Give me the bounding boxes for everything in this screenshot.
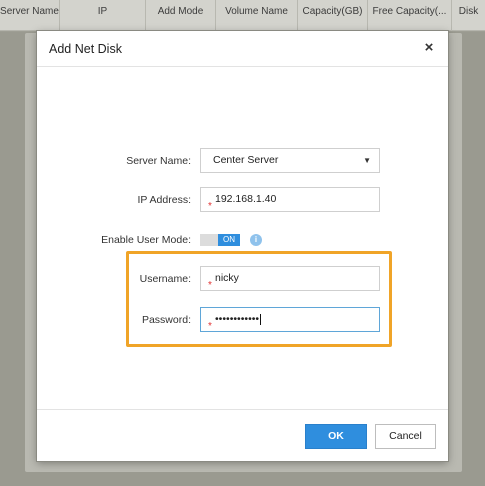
column-header-ip: IP	[60, 0, 146, 31]
enable-user-mode-label: Enable User Mode:	[101, 234, 191, 246]
column-header-add-mode: Add Mode	[146, 0, 216, 31]
info-icon[interactable]: i	[250, 234, 262, 246]
close-icon[interactable]: ×	[421, 39, 437, 57]
server-name-value: Center Server	[213, 154, 279, 166]
column-header-volume-name: Volume Name	[216, 0, 298, 31]
toggle-on-indicator: ON	[218, 234, 240, 246]
footer-divider	[37, 409, 448, 410]
background-table-header: Server Name IP Add Mode Volume Name Capa…	[0, 0, 485, 31]
ip-address-value: 192.168.1.40	[215, 193, 277, 205]
user-mode-toggle[interactable]: ON	[200, 234, 240, 246]
column-header-capacity: Capacity(GB)	[298, 0, 368, 31]
ok-button[interactable]: OK	[305, 424, 367, 449]
dialog-title: Add Net Disk	[49, 42, 122, 56]
server-name-select[interactable]: Center Server ▼	[200, 148, 380, 173]
credentials-highlight-box	[126, 251, 392, 347]
column-header-free-capacity: Free Capacity(...	[368, 0, 452, 31]
column-header-disk: Disk	[458, 6, 479, 17]
cancel-button[interactable]: Cancel	[375, 424, 436, 449]
chevron-down-icon: ▼	[363, 156, 371, 165]
column-header-server-name: Server Name	[0, 0, 60, 31]
dialog-title-bar: Add Net Disk ×	[37, 31, 448, 67]
add-net-disk-dialog: Add Net Disk × Server Name: Center Serve…	[37, 31, 448, 461]
ip-address-label: IP Address:	[137, 194, 191, 206]
ip-address-input[interactable]: * 192.168.1.40	[200, 187, 380, 212]
server-name-label: Server Name:	[126, 155, 191, 167]
required-mark: *	[208, 201, 212, 212]
